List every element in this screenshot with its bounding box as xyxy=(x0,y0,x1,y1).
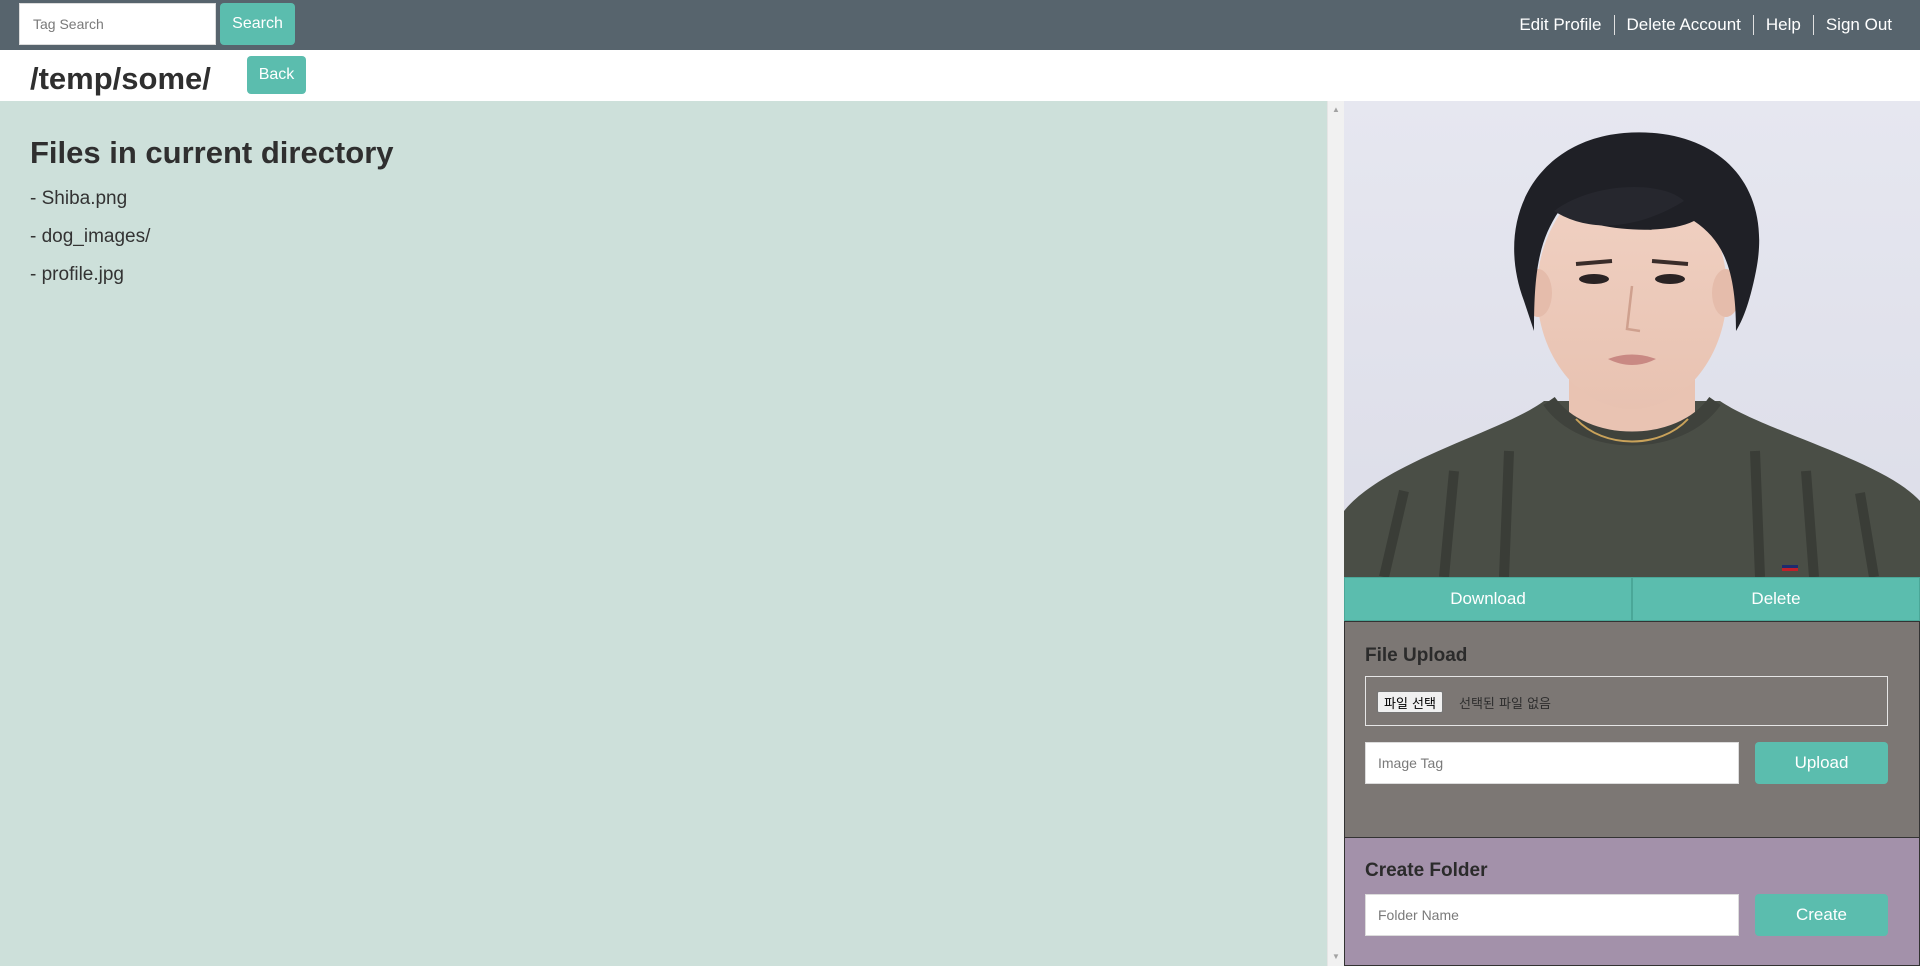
image-preview xyxy=(1344,101,1920,577)
scroll-up-arrow-icon[interactable]: ▲ xyxy=(1328,103,1344,117)
back-button[interactable]: Back xyxy=(247,56,306,94)
create-button[interactable]: Create xyxy=(1755,894,1888,936)
folder-name-input[interactable] xyxy=(1365,894,1739,936)
upload-button[interactable]: Upload xyxy=(1755,742,1888,784)
edit-profile-link[interactable]: Edit Profile xyxy=(1507,15,1613,35)
image-tag-input[interactable] xyxy=(1365,742,1739,784)
delete-account-link[interactable]: Delete Account xyxy=(1613,15,1753,35)
delete-button[interactable]: Delete xyxy=(1632,577,1920,621)
profile-photo xyxy=(1344,101,1920,577)
account-nav: Edit Profile Delete Account Help Sign Ou… xyxy=(1507,0,1892,50)
vertical-scrollbar[interactable]: ▲ ▼ xyxy=(1327,101,1344,966)
file-item-dog-images-folder[interactable]: - dog_images/ xyxy=(30,225,150,263)
choose-file-button[interactable]: 파일 선택 xyxy=(1377,691,1443,713)
file-item-profile[interactable]: - profile.jpg xyxy=(30,263,150,301)
file-upload-title: File Upload xyxy=(1365,645,1468,666)
file-item-shiba[interactable]: - Shiba.png xyxy=(30,187,150,225)
file-picker[interactable]: 파일 선택 선택된 파일 없음 xyxy=(1365,676,1888,726)
create-folder-title: Create Folder xyxy=(1365,860,1488,881)
top-nav-bar: Search Edit Profile Delete Account Help … xyxy=(0,0,1920,50)
right-sidebar: Download Delete File Upload 파일 선택 선택된 파일… xyxy=(1344,101,1920,966)
scroll-down-arrow-icon[interactable]: ▼ xyxy=(1328,950,1344,964)
search-button[interactable]: Search xyxy=(220,3,295,45)
tag-search-input[interactable] xyxy=(19,3,216,45)
files-heading: Files in current directory xyxy=(30,135,394,170)
download-button[interactable]: Download xyxy=(1344,577,1632,621)
current-path-title: /temp/some/ xyxy=(30,61,211,96)
sign-out-link[interactable]: Sign Out xyxy=(1812,15,1892,35)
file-upload-panel: File Upload 파일 선택 선택된 파일 없음 Upload xyxy=(1344,621,1920,838)
create-folder-panel: Create Folder Create xyxy=(1344,838,1920,966)
files-panel: Files in current directory - Shiba.png -… xyxy=(0,101,1327,966)
file-list: - Shiba.png - dog_images/ - profile.jpg xyxy=(30,187,150,301)
no-file-selected-text: 선택된 파일 없음 xyxy=(1459,697,1551,712)
path-bar: /temp/some/ Back xyxy=(0,50,1920,101)
help-link[interactable]: Help xyxy=(1752,15,1813,35)
